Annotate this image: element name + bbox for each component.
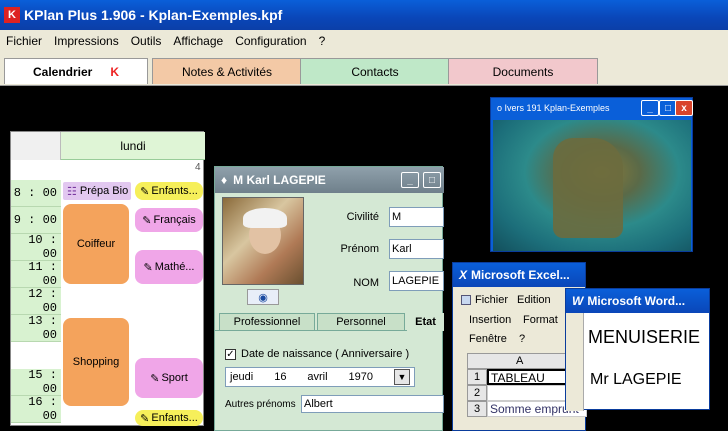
- hour-label: 16 : 00: [11, 395, 61, 423]
- app-titlebar: K KPlan Plus 1.906 - Kplan-Exemples.kpf: [0, 0, 728, 30]
- excel-icon: X: [459, 268, 468, 282]
- tab-documents[interactable]: Documents: [448, 58, 598, 84]
- menu-affichage[interactable]: Affichage: [167, 34, 229, 48]
- birthday-checkbox[interactable]: ✓: [225, 349, 236, 360]
- event-sport[interactable]: ✎ Sport: [135, 358, 203, 398]
- event-coiffeur[interactable]: Coiffeur: [63, 204, 129, 284]
- row-header: 2: [467, 385, 487, 401]
- word-line-menuiserie[interactable]: MENUISERIE: [588, 327, 700, 348]
- hour-label: 15 : 00: [11, 368, 61, 396]
- hour-label: 9 : 00: [11, 207, 61, 234]
- shipwreck-shape: [553, 138, 623, 238]
- word-line-lagepie[interactable]: Mr LAGEPIE: [590, 371, 682, 389]
- civilite-field[interactable]: M: [389, 207, 444, 227]
- hour-label: 13 : 00: [11, 314, 61, 342]
- event-prepa-bio[interactable]: ☷ Prépa Bio: [63, 182, 131, 200]
- contact-subtabs: Professionnel Personnel Etat: [215, 313, 444, 331]
- event-enfants-afternoon[interactable]: ✎ Enfants...: [135, 410, 203, 426]
- hour-label: 8 : 00: [11, 180, 61, 207]
- person-icon: ♦: [221, 173, 228, 187]
- hour-label: 12 : 00: [11, 287, 61, 315]
- menu-configuration[interactable]: Configuration: [229, 34, 312, 48]
- eye-icon[interactable]: ◉: [247, 289, 279, 305]
- event-mathe[interactable]: ✎ Mathé...: [135, 250, 203, 284]
- minimize-icon[interactable]: _: [641, 100, 659, 116]
- excel-titlebar: X Microsoft Excel...: [453, 263, 585, 287]
- autres-prenoms-label: Autres prénoms: [225, 399, 296, 410]
- pin-icon: ✎: [150, 372, 160, 385]
- doc-icon: [461, 295, 471, 305]
- calendar-corner: [11, 132, 61, 160]
- word-ruler: [566, 313, 584, 411]
- pin-icon: ✎: [142, 214, 152, 227]
- excel-menu-help[interactable]: ?: [519, 333, 525, 345]
- event-shopping[interactable]: Shopping: [63, 318, 129, 406]
- photo-window: o Ivers 191 Kplan-Exemples _ □ x: [490, 97, 693, 252]
- tab-etat[interactable]: Etat: [407, 313, 444, 331]
- contact-photo: [222, 197, 304, 285]
- list-icon: ☷: [67, 185, 77, 198]
- row-header: 3: [467, 401, 487, 417]
- prenom-field[interactable]: Karl: [389, 239, 444, 259]
- autres-prenoms-field[interactable]: Albert: [301, 395, 444, 413]
- close-icon[interactable]: x: [675, 100, 693, 116]
- nom-field[interactable]: LAGEPIE: [389, 271, 444, 291]
- event-enfants-morning[interactable]: ✎ Enfants...: [135, 182, 203, 200]
- underwater-photo: [493, 120, 691, 251]
- civilite-label: Civilité: [346, 211, 379, 223]
- menu-impressions[interactable]: Impressions: [48, 34, 125, 48]
- calendar-day-number: 4: [195, 162, 201, 173]
- calendar-day-header[interactable]: lundi: [61, 132, 205, 160]
- hour-label: 10 : 00: [11, 233, 61, 261]
- word-icon: W: [572, 294, 584, 308]
- birthday-date-picker[interactable]: jeudi 16 avril 1970 ▼: [225, 367, 415, 387]
- menu-outils[interactable]: Outils: [125, 34, 168, 48]
- hour-label: 11 : 00: [11, 260, 61, 288]
- excel-menu-fenetre[interactable]: Fenêtre: [469, 333, 507, 345]
- menu-help[interactable]: ?: [313, 34, 332, 48]
- nom-label: NOM: [353, 277, 379, 289]
- prenom-label: Prénom: [340, 243, 379, 255]
- excel-menu-fichier[interactable]: Fichier: [475, 294, 508, 306]
- column-a-label: A: [516, 355, 524, 367]
- chevron-down-icon[interactable]: ▼: [393, 369, 410, 385]
- maximize-icon[interactable]: □: [423, 172, 441, 188]
- hair-shape: [243, 208, 287, 228]
- pin-icon: ✎: [143, 261, 153, 274]
- menubar: Fichier Impressions Outils Affichage Con…: [0, 30, 728, 52]
- tab-personnel[interactable]: Personnel: [317, 313, 405, 331]
- word-window: W Microsoft Word... MENUISERIE Mr LAGEPI…: [565, 288, 710, 411]
- minimize-icon[interactable]: _: [401, 172, 419, 188]
- excel-menu-format[interactable]: Format: [523, 314, 558, 326]
- birthday-label: Date de naissance ( Anniversaire ): [241, 348, 410, 360]
- kplan-logo-icon: K: [4, 7, 20, 23]
- calendar-day-view: lundi 4 8 : 00 9 : 00 10 : 00 11 : 00 12…: [10, 131, 205, 426]
- tab-notes[interactable]: Notes & Activités: [152, 58, 302, 84]
- contact-window: ♦ M Karl LAGEPIE _ □ ◉ Civilité M Prénom…: [214, 166, 444, 431]
- pin-icon: ✎: [140, 412, 150, 425]
- pin-icon: ✎: [140, 185, 150, 198]
- excel-menu-insertion[interactable]: Insertion: [469, 314, 511, 326]
- tab-professionnel[interactable]: Professionnel: [219, 313, 315, 331]
- event-francais[interactable]: ✎ Français: [135, 208, 203, 232]
- word-titlebar: W Microsoft Word...: [566, 289, 709, 313]
- app-title: KPlan Plus 1.906 - Kplan-Exemples.kpf: [24, 7, 283, 23]
- excel-menu-edition[interactable]: Edition: [517, 294, 551, 306]
- row-header: 1: [467, 369, 487, 385]
- tab-bar: Calendrier K Notes & Activités Contacts …: [0, 52, 728, 86]
- k-logo-icon: K: [110, 64, 120, 79]
- menu-fichier[interactable]: Fichier: [0, 34, 48, 48]
- tab-contacts[interactable]: Contacts: [300, 58, 450, 84]
- tab-calendrier[interactable]: Calendrier K: [4, 58, 148, 84]
